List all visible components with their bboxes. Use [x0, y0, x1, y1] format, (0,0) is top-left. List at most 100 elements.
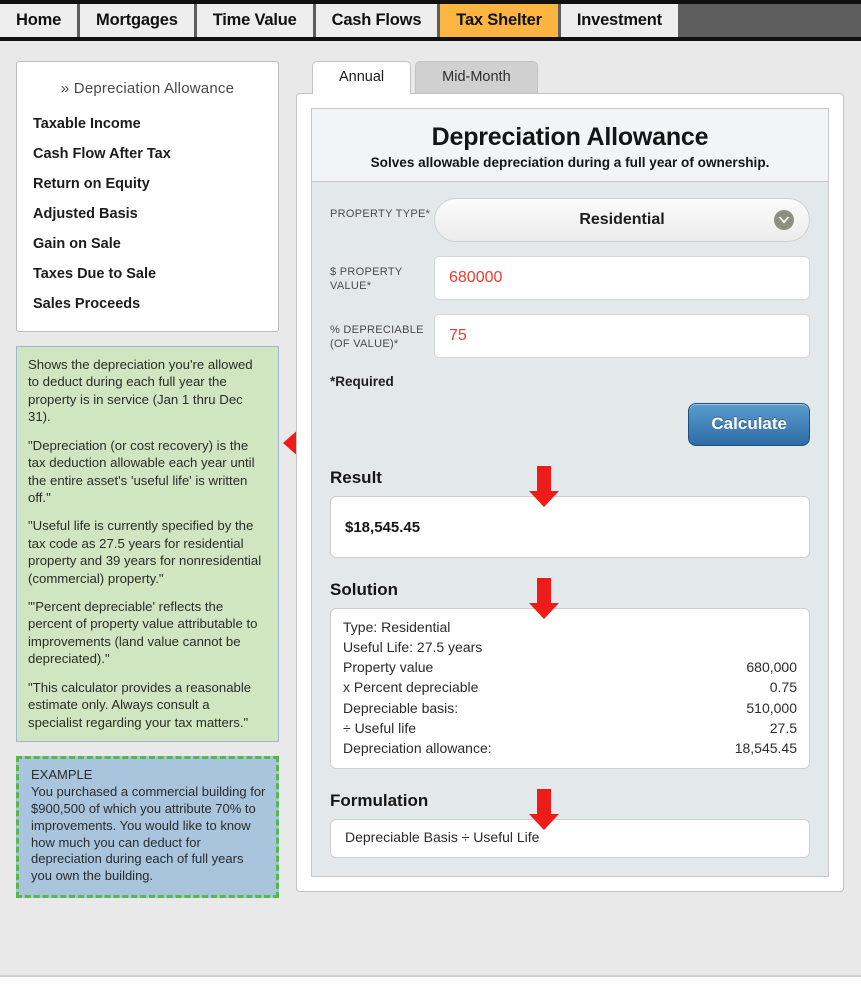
solution-box: Type: Residential Useful Life: 27.5 year…: [330, 608, 810, 770]
solution-row-label: Depreciation allowance:: [343, 739, 492, 756]
info-note-paragraph: "'Percent depreciable' reflects the perc…: [28, 599, 258, 667]
nav-item-label: Investment: [576, 11, 662, 29]
tab-strip: Annual Mid-Month: [296, 59, 844, 94]
solution-row: Type: Residential: [343, 617, 797, 637]
field-percent-depreciable: % DEPRECIABLE (OF VALUE)* 75: [330, 314, 810, 358]
result-value: $18,545.45: [345, 518, 421, 536]
solution-row-value: 27.5: [769, 719, 797, 736]
field-property-type: PROPERTY TYPE* Residential: [330, 198, 810, 242]
sidebar-item-cash-flow-after-tax[interactable]: Cash Flow After Tax: [31, 139, 264, 169]
solution-row: Depreciable basis: 510,000: [343, 698, 797, 718]
page-root: Home Mortgages Time Value Cash Flows Tax…: [0, 0, 861, 995]
field-control-percent-depreciable: 75: [434, 314, 810, 358]
sidebar: » Depreciation Allowance Taxable Income …: [16, 61, 279, 899]
formulation-section: Formulation Depreciable Basis ÷ Useful L…: [330, 789, 810, 859]
percent-depreciable-input-value: 75: [449, 327, 467, 344]
tab-label: Annual: [339, 69, 385, 86]
solution-row: Depreciation allowance: 18,545.45: [343, 738, 797, 758]
tab-label: Mid-Month: [442, 69, 511, 86]
solution-row-label: Depreciable basis:: [343, 699, 459, 716]
required-note: *Required: [330, 374, 394, 389]
tab-mid-month[interactable]: Mid-Month: [415, 61, 538, 93]
solution-row-label: ÷ Useful life: [343, 719, 417, 736]
field-control-property-value: 680000: [434, 256, 810, 300]
main-navigation: Home Mortgages Time Value Cash Flows Tax…: [0, 0, 861, 41]
solution-title: Solution: [330, 580, 398, 599]
info-note-paragraph: "Depreciation (or cost recovery) is the …: [28, 437, 255, 505]
solution-section: Solution Type: Residential Useful Life: …: [330, 578, 810, 770]
solution-row-label: x Percent depreciable: [343, 679, 479, 696]
solution-row-label: Property value: [343, 659, 434, 676]
info-note-paragraph: Shows the depreciation you're allowed to…: [28, 357, 253, 425]
bottom-strip: [0, 975, 861, 995]
percent-depreciable-input[interactable]: 75: [434, 314, 810, 358]
example-text: EXAMPLE You purchased a commercial build…: [31, 767, 266, 884]
nav-item-tax-shelter[interactable]: Tax Shelter: [440, 4, 561, 37]
calculator-body: PROPERTY TYPE* Residential $ PROPERTY VA…: [312, 182, 828, 876]
formulation-box: Depreciable Basis ÷ Useful Life: [330, 819, 810, 859]
solution-row-value: 680,000: [746, 659, 797, 676]
sidebar-menu-box: » Depreciation Allowance Taxable Income …: [16, 61, 279, 332]
nav-item-label: Tax Shelter: [456, 11, 542, 29]
field-control-property-type: Residential: [434, 198, 810, 242]
sidebar-item-adjusted-basis[interactable]: Adjusted Basis: [31, 199, 264, 229]
tab-annual[interactable]: Annual: [312, 61, 412, 94]
property-value-input[interactable]: 680000: [434, 256, 810, 300]
result-section: Result $18,545.45: [330, 466, 810, 558]
field-property-value: $ PROPERTY VALUE* 680000: [330, 256, 810, 300]
nav-item-mortgages[interactable]: Mortgages: [80, 4, 197, 37]
nav-spacer: [680, 4, 861, 37]
nav-item-label: Mortgages: [96, 11, 178, 29]
main-content: Annual Mid-Month Depreciation Allowance …: [296, 59, 844, 893]
formulation-title: Formulation: [330, 791, 429, 811]
property-type-select[interactable]: Residential: [434, 198, 810, 242]
calculator-card: Depreciation Allowance Solves allowable …: [311, 108, 829, 878]
field-label-percent-depreciable: % DEPRECIABLE (OF VALUE)*: [330, 324, 424, 351]
property-value-input-value: 680000: [449, 269, 503, 286]
nav-item-home[interactable]: Home: [0, 4, 81, 37]
property-type-selected-value: Residential: [579, 211, 665, 228]
info-note-box: Shows the depreciation you're allowed to…: [16, 346, 279, 743]
sidebar-item-sales-proceeds[interactable]: Sales Proceeds: [31, 289, 264, 319]
sidebar-item-return-on-equity[interactable]: Return on Equity: [31, 169, 264, 199]
nav-item-investment[interactable]: Investment: [560, 4, 681, 37]
solution-row: x Percent depreciable 0.75: [343, 677, 797, 697]
solution-row-value: 0.75: [769, 679, 797, 696]
nav-item-label: Cash Flows: [331, 11, 422, 29]
calculate-button-row: Calculate: [330, 403, 810, 446]
sidebar-item-gain-on-sale[interactable]: Gain on Sale: [31, 229, 264, 259]
calculator-header: Depreciation Allowance Solves allowable …: [312, 109, 828, 182]
arrow-down-icon: [528, 578, 560, 620]
result-title: Result: [330, 468, 382, 487]
example-box: EXAMPLE You purchased a commercial build…: [16, 756, 279, 899]
solution-row-value: 18,545.45: [734, 739, 797, 756]
nav-item-label: Time Value: [212, 11, 297, 29]
solution-row-label: Type: Residential: [343, 619, 451, 635]
sidebar-item-taxes-due-to-sale[interactable]: Taxes Due to Sale: [31, 259, 264, 289]
page-title: Depreciation Allowance: [431, 123, 709, 151]
solution-row: Property value 680,000: [343, 657, 797, 677]
solution-row-value: 510,000: [746, 699, 797, 716]
page-body: » Depreciation Allowance Taxable Income …: [0, 41, 861, 989]
info-note-paragraph: "Useful life is currently specified by t…: [28, 518, 262, 586]
sidebar-item-depreciation-allowance[interactable]: » Depreciation Allowance: [31, 78, 264, 109]
arrow-down-icon: [528, 466, 560, 508]
sidebar-item-taxable-income[interactable]: Taxable Income: [31, 109, 264, 139]
calculator-panel: Depreciation Allowance Solves allowable …: [296, 93, 844, 893]
solution-row-label: Useful Life: 27.5 years: [343, 639, 483, 656]
field-label-property-type: PROPERTY TYPE*: [330, 208, 431, 220]
nav-item-time-value[interactable]: Time Value: [196, 4, 316, 37]
info-note-paragraph: "This calculator provides a reasonable e…: [28, 679, 252, 730]
solution-row: Useful Life: 27.5 years: [343, 637, 797, 657]
field-label-property-value: $ PROPERTY VALUE*: [330, 266, 403, 293]
calculate-button[interactable]: Calculate: [688, 403, 810, 446]
calculate-button-label: Calculate: [711, 414, 787, 433]
nav-item-label: Home: [16, 11, 62, 29]
solution-row: ÷ Useful life 27.5: [343, 718, 797, 738]
nav-item-cash-flows[interactable]: Cash Flows: [315, 4, 441, 37]
arrow-down-icon: [528, 789, 560, 831]
formulation-text: Depreciable Basis ÷ Useful Life: [345, 829, 540, 846]
result-box: $18,545.45: [330, 496, 810, 558]
page-subtitle: Solves allowable depreciation during a f…: [370, 155, 770, 170]
chevron-down-icon[interactable]: [773, 209, 795, 231]
